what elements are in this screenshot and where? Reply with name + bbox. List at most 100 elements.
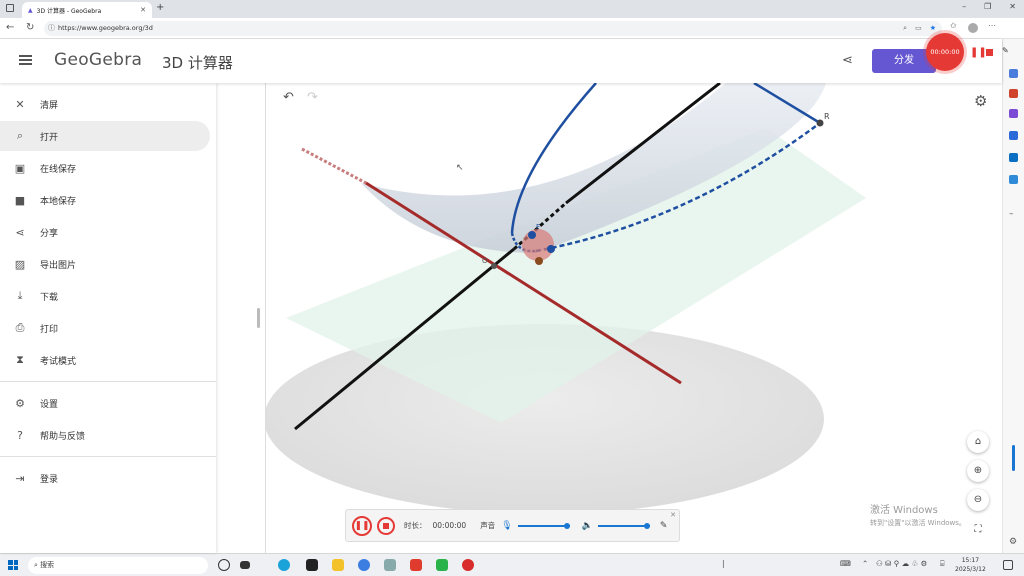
widgets-icon[interactable] — [240, 561, 250, 569]
recorder-timer-badge[interactable]: 00:00:00 — [926, 33, 964, 71]
collections-icon[interactable]: ✩ — [950, 21, 957, 30]
redo-icon[interactable]: ↷ — [307, 90, 318, 105]
zoom-out-icon[interactable]: ⊖ — [967, 489, 989, 511]
windows-taskbar: ⌕ 搜索 | ⌨ ⌃ ⚇ ⛁ ⚲ ☁ ♧ ⚙ ⌸ 15:17 2025/3/12 — [0, 553, 1024, 576]
file-explorer-icon[interactable] — [332, 559, 344, 571]
recorder-stop-icon[interactable] — [986, 49, 993, 56]
menu-item-label: 打印 — [40, 324, 59, 335]
menu-item-save-local[interactable]: ■ 本地保存 — [0, 185, 210, 215]
terminal-icon[interactable] — [306, 559, 318, 571]
back-icon[interactable]: ← — [6, 22, 14, 33]
chrome-icon[interactable] — [358, 559, 370, 571]
sidebar-outlook-icon[interactable] — [1009, 153, 1018, 162]
menu-item-label: 下载 — [40, 292, 59, 303]
menu-item-login[interactable]: ⇥ 登录 — [0, 463, 210, 493]
start-windows-icon[interactable] — [8, 560, 18, 570]
sidebar-scrollbar[interactable] — [1012, 445, 1015, 471]
sidebar-settings-icon[interactable]: ⚙ — [1009, 537, 1018, 547]
url-text: https://www.geogebra.org/3d — [58, 24, 153, 32]
menu-hamburger-icon[interactable] — [19, 55, 32, 65]
undo-icon[interactable]: ↶ — [283, 90, 294, 105]
geogebra-logo: GeoGebra — [54, 50, 143, 70]
zoom-icon[interactable]: ⌕ — [903, 21, 907, 36]
point-r[interactable] — [816, 119, 824, 127]
view-settings-gear-icon[interactable]: ⚙ — [974, 92, 987, 110]
menu-item-download[interactable]: ⤓ 下载 — [0, 281, 210, 311]
recorder-bar-close-icon[interactable]: ✕ — [670, 511, 676, 519]
more-icon[interactable]: ⋯ — [988, 21, 996, 30]
tab-close-icon[interactable]: ✕ — [140, 6, 146, 14]
wps-icon[interactable] — [410, 559, 422, 571]
tab-title: 3D 计算器 - GeoGebra — [36, 7, 102, 15]
menu-item-label: 考试模式 — [40, 356, 77, 367]
browser-tab[interactable]: ▲ 3D 计算器 - GeoGebra ✕ — [22, 2, 152, 18]
menu-item-help[interactable]: ? 帮助与反馈 — [0, 420, 210, 450]
point-p[interactable] — [547, 245, 555, 253]
notification-icon[interactable] — [1003, 560, 1013, 570]
minimize-icon[interactable]: – — [962, 2, 966, 11]
mouse-cursor-icon: ↖ — [456, 163, 464, 173]
menu-item-export-image[interactable]: ▨ 导出图片 — [0, 249, 210, 279]
hourglass-icon: ⧗ — [16, 353, 24, 366]
speaker-icon[interactable]: 🔈 — [582, 521, 593, 531]
record-pause-button[interactable]: ❚❚ — [352, 515, 372, 536]
language-icon[interactable]: ⌸ — [940, 559, 945, 569]
share-icon: ⋖ — [15, 225, 25, 239]
graphics-3d-view[interactable]: R F O ↶ ↷ ⚙ ↖ ⌂ ⊕ ⊖ ⛶ 激活 Windows 转到"设置"以… — [266, 83, 1002, 553]
menu-item-print[interactable]: ⎙ 打印 — [0, 313, 210, 343]
point-f[interactable] — [528, 231, 536, 239]
url-input[interactable]: ⓘ https://www.geogebra.org/3d ⌕ ▭ ★ — [44, 21, 942, 36]
menu-item-clear[interactable]: ✕ 清屏 — [0, 89, 210, 119]
reader-icon[interactable]: ▭ — [915, 21, 922, 36]
favorite-star-icon[interactable]: ★ — [930, 21, 936, 36]
edge-browser-icon[interactable] — [278, 559, 290, 571]
menu-item-save-online[interactable]: ▣ 在线保存 — [0, 153, 210, 183]
sidebar-app-icon-3[interactable] — [1009, 109, 1018, 118]
recorder-app-icon[interactable] — [462, 559, 474, 571]
sidebar-app-icon-2[interactable] — [1009, 89, 1018, 98]
sidebar-app-icon-1[interactable] — [1009, 69, 1018, 78]
sidebar-add-icon[interactable]: – — [1009, 209, 1018, 219]
help-icon: ? — [17, 428, 23, 442]
app-title: 3D 计算器 — [162, 54, 233, 72]
annotate-pen-icon[interactable]: ✎ — [660, 521, 668, 531]
point-o[interactable] — [491, 263, 497, 269]
record-stop-button[interactable] — [377, 516, 395, 535]
app-icon-7[interactable] — [384, 559, 396, 571]
system-clock[interactable]: 15:17 2025/3/12 — [955, 556, 986, 574]
close-icon: ✕ — [15, 97, 25, 111]
sidebar-app-icon-4[interactable] — [1009, 131, 1018, 140]
address-bar: ← ↻ ⓘ https://www.geogebra.org/3d ⌕ ▭ ★ … — [0, 18, 1024, 39]
panel-drag-handle[interactable] — [257, 308, 260, 328]
tray-app-icons[interactable]: ⚇ ⛁ ⚲ ☁ ♧ ⚙ — [876, 559, 927, 568]
tray-chevron-up-icon[interactable]: ⌃ — [862, 559, 868, 568]
profile-avatar[interactable] — [968, 23, 978, 33]
menu-item-open[interactable]: ⌕ 打开 — [0, 121, 210, 151]
wechat-icon[interactable] — [436, 559, 448, 571]
menu-item-exam-mode[interactable]: ⧗ 考试模式 — [0, 345, 210, 375]
speaker-volume-slider[interactable] — [597, 522, 651, 529]
fullscreen-icon[interactable]: ⛶ — [967, 519, 989, 541]
window-close-icon[interactable]: ✕ — [1009, 2, 1016, 11]
geogebra-header: GeoGebra 3D 计算器 ⋖ 分发 — [0, 39, 1002, 83]
recorder-pen-icon[interactable]: ✎ — [1002, 46, 1009, 55]
recorder-pause-icon[interactable]: ❚❚ — [970, 47, 987, 58]
microphone-icon[interactable]: 🎙 — [501, 521, 512, 531]
focus-sphere[interactable] — [522, 229, 554, 261]
zoom-in-icon[interactable]: ⊕ — [967, 460, 989, 482]
menu-item-share[interactable]: ⋖ 分享 — [0, 217, 210, 247]
mic-volume-slider[interactable] — [517, 522, 571, 529]
window-icon[interactable] — [6, 4, 14, 12]
menu-item-settings[interactable]: ⚙ 设置 — [0, 388, 210, 418]
share-icon[interactable]: ⋖ — [842, 53, 853, 68]
sidebar-app-icon-6[interactable] — [1009, 175, 1018, 184]
reload-icon[interactable]: ↻ — [26, 22, 34, 33]
task-view-icon[interactable] — [218, 559, 230, 571]
taskbar-search-input[interactable]: ⌕ 搜索 — [28, 557, 208, 574]
menu-item-label: 在线保存 — [40, 164, 77, 175]
restore-icon[interactable]: ❐ — [984, 2, 991, 11]
point-q[interactable] — [535, 257, 543, 265]
home-view-icon[interactable]: ⌂ — [967, 431, 989, 453]
keyboard-icon[interactable]: ⌨ — [840, 559, 851, 568]
new-tab-icon[interactable]: + — [156, 2, 164, 13]
